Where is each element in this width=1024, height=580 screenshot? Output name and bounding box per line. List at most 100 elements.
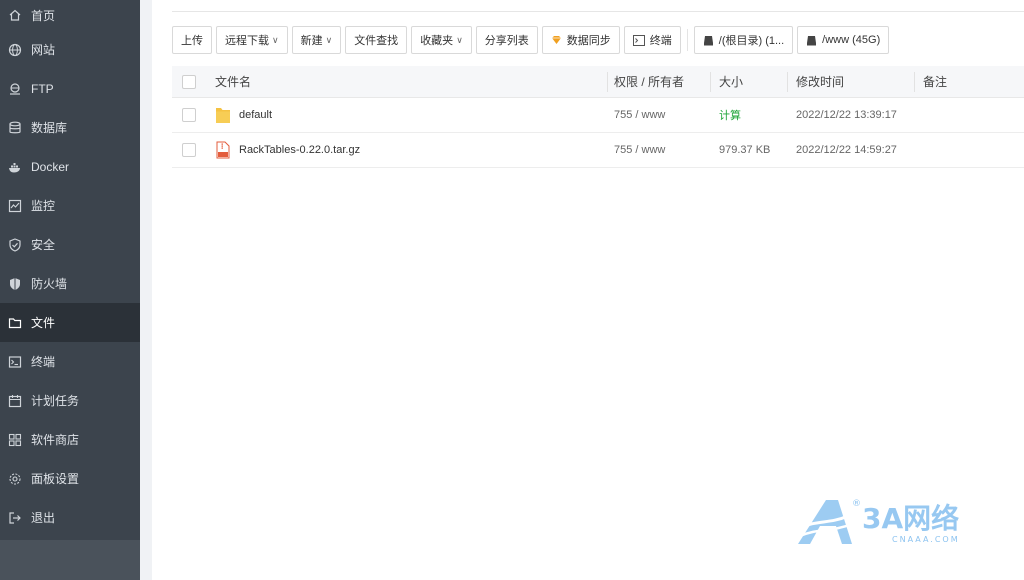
file-permission[interactable]: 755 / www [614, 133, 665, 167]
header-size[interactable]: 大小 [719, 66, 743, 97]
terminal-icon [8, 355, 22, 369]
sidebar-item-label: 网站 [31, 43, 56, 57]
terminal-button[interactable]: 终端 [623, 26, 681, 54]
chevron-down-icon: ∨ [325, 34, 333, 45]
sidebar-item-label: 终端 [31, 355, 56, 369]
data-sync-label: 数据同步 [566, 35, 611, 47]
calculate-size-link[interactable]: 计算 [719, 98, 741, 132]
header-note: 备注 [923, 75, 948, 89]
disk-www-label: /www (45G) [822, 34, 881, 46]
file-toolbar: 上传 远程下载 ∨ 新建 ∨ 文件查找 收藏夹 ∨ 分享列表 数据同步 终端 /… [172, 26, 893, 54]
disk-www-button[interactable]: /www (45G) [797, 26, 890, 54]
file-manager-panel: 上传 远程下载 ∨ 新建 ∨ 文件查找 收藏夹 ∨ 分享列表 数据同步 终端 /… [152, 0, 1024, 580]
sidebar-item-terminal[interactable]: 终端 [0, 342, 140, 381]
file-search-button[interactable]: 文件查找 [345, 26, 408, 54]
docker-icon [8, 160, 22, 174]
file-mtime: 2022/12/22 14:59:27 [796, 144, 897, 156]
file-mtime: 2022/12/22 13:39:17 [796, 109, 897, 121]
terminal-icon [632, 34, 645, 46]
sidebar-item-app-store[interactable]: 软件商店 [0, 420, 140, 459]
archive-file-icon [215, 141, 231, 159]
column-divider [607, 72, 608, 92]
database-icon [8, 121, 22, 135]
sidebar-item-label: 文件 [31, 316, 56, 330]
brand-domain: CNAAA.COM [892, 535, 960, 544]
3a-logo-icon: ® 3A网络 CNAAA.COM [798, 499, 960, 544]
row-checkbox[interactable] [182, 143, 196, 157]
sidebar-item-cron[interactable]: 计划任务 [0, 381, 140, 420]
select-all-checkbox[interactable] [182, 74, 196, 89]
new-button-label: 新建 [300, 35, 323, 47]
sidebar: 首页 网站 FTP 数据库 Docker 监控 安全 防火墙 文件 终端 计划任… [0, 0, 140, 580]
share-list-label: 分享列表 [484, 35, 529, 47]
folder-icon [215, 106, 231, 124]
sidebar-item-website[interactable]: 网站 [0, 30, 140, 69]
registered-mark: ® [852, 499, 861, 509]
sidebar-item-monitor[interactable]: 监控 [0, 186, 140, 225]
column-divider [710, 72, 711, 92]
favorites-label: 收藏夹 [420, 35, 454, 47]
sidebar-item-label: 防火墙 [31, 277, 68, 291]
file-name[interactable]: RackTables-0.22.0.tar.gz [239, 144, 360, 156]
file-name-cell[interactable]: default [215, 98, 272, 132]
column-divider [787, 72, 788, 92]
column-divider [914, 72, 915, 92]
file-search-label: 文件查找 [354, 35, 399, 47]
disk-root-button[interactable]: /(根目录) (1... [693, 26, 794, 54]
sidebar-item-label: 面板设置 [31, 472, 80, 486]
diamond-icon [551, 35, 562, 45]
home-icon [8, 8, 22, 22]
monitor-icon [8, 199, 22, 213]
chevron-down-icon: ∨ [456, 34, 463, 45]
header-permission[interactable]: 权限 / 所有者 [614, 66, 684, 97]
brand-name: 3A网络 [862, 502, 959, 535]
globe-icon [8, 43, 22, 57]
logout-icon [8, 511, 22, 525]
file-name-cell[interactable]: RackTables-0.22.0.tar.gz [215, 133, 360, 167]
table-row[interactable]: default 755 / www 计算 2022/12/22 13:39:17 [172, 98, 1024, 133]
sidebar-item-label: FTP [31, 81, 54, 96]
sidebar-item-ftp[interactable]: FTP [0, 69, 140, 108]
sidebar-item-logout[interactable]: 退出 [0, 498, 140, 537]
terminal-label: 终端 [649, 35, 672, 47]
sidebar-footer [0, 540, 140, 580]
gear-icon [8, 472, 22, 486]
upload-button[interactable]: 上传 [172, 26, 212, 54]
favorites-button[interactable]: 收藏夹 ∨ [411, 26, 472, 54]
sidebar-item-panel-settings[interactable]: 面板设置 [0, 459, 140, 498]
header-filename[interactable]: 文件名 [215, 66, 251, 97]
chevron-down-icon: ∨ [272, 34, 279, 45]
sidebar-item-security[interactable]: 安全 [0, 225, 140, 264]
sidebar-item-home[interactable]: 首页 [0, 0, 140, 30]
top-divider [172, 0, 1024, 12]
brand-watermark-logo: ® 3A网络 CNAAA.COM [796, 494, 996, 550]
sidebar-item-docker[interactable]: Docker [0, 147, 140, 186]
file-permission[interactable]: 755 / www [614, 98, 665, 132]
table-row[interactable]: RackTables-0.22.0.tar.gz 755 / www 979.3… [172, 133, 1024, 168]
sidebar-item-firewall[interactable]: 防火墙 [0, 264, 140, 303]
sidebar-item-label: 软件商店 [31, 433, 80, 447]
remote-download-button[interactable]: 远程下载 ∨ [216, 26, 288, 54]
toolbar-separator [686, 29, 688, 51]
sidebar-item-label: 首页 [31, 8, 56, 23]
folder-icon [8, 316, 22, 330]
sidebar-item-database[interactable]: 数据库 [0, 108, 140, 147]
shield-check-icon [8, 237, 22, 252]
sidebar-item-label: 退出 [31, 511, 56, 525]
row-select-cell [182, 133, 196, 167]
apps-icon [8, 433, 22, 447]
share-list-button[interactable]: 分享列表 [475, 26, 538, 54]
select-all-cell [182, 66, 196, 97]
data-sync-button[interactable]: 数据同步 [541, 26, 620, 54]
sidebar-item-files[interactable]: 文件 [0, 303, 140, 342]
row-select-cell [182, 98, 196, 132]
disk-icon [703, 35, 714, 46]
row-checkbox[interactable] [182, 108, 196, 122]
sidebar-item-label: 监控 [31, 199, 56, 213]
file-name[interactable]: default [239, 109, 272, 121]
file-size: 979.37 KB [719, 144, 771, 156]
file-table: 文件名 权限 / 所有者 大小 修改时间 备注 default 755 / ww… [172, 66, 1024, 168]
sidebar-item-label: 安全 [31, 238, 56, 252]
new-button[interactable]: 新建 ∨ [291, 26, 342, 54]
header-mtime[interactable]: 修改时间 [796, 66, 844, 97]
